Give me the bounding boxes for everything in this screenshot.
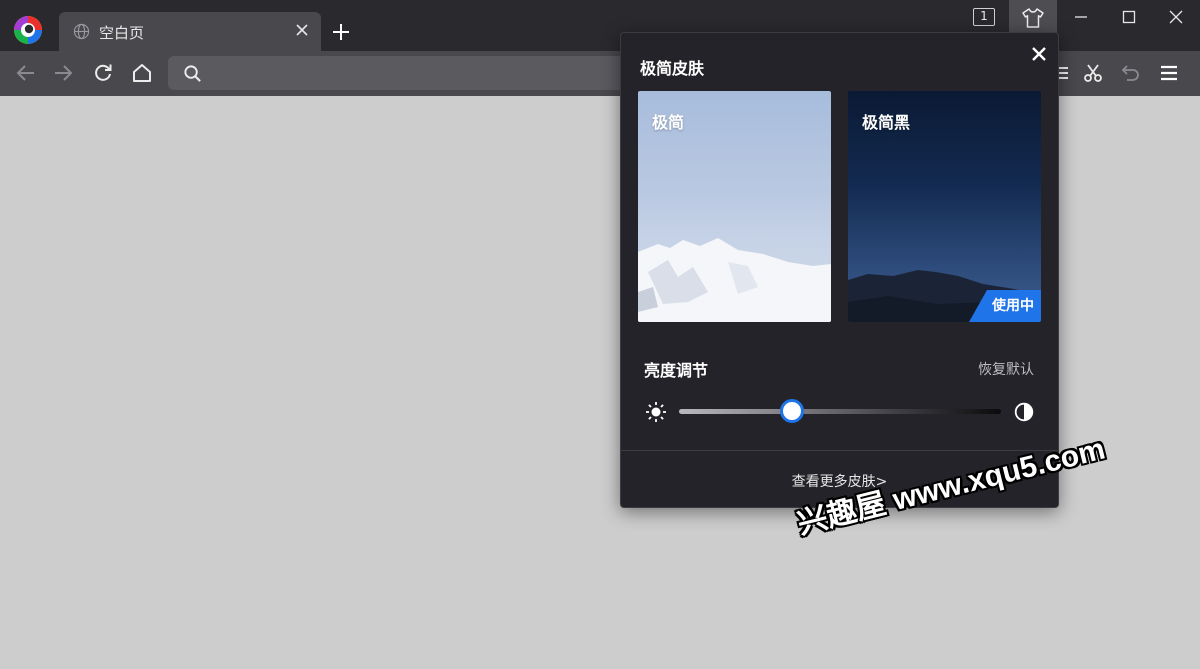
tab-counter[interactable]: 1 [973, 8, 995, 26]
undo-icon[interactable] [1120, 62, 1142, 84]
brightness-title: 亮度调节 [644, 361, 709, 380]
close-icon[interactable] [295, 23, 309, 37]
skin-shirt-icon [1022, 8, 1044, 28]
menu-icon[interactable] [1158, 62, 1180, 84]
skin-option-minimal[interactable]: 极简 [638, 91, 831, 322]
brightness-slider-track[interactable] [679, 409, 1001, 414]
brightness-slider-thumb[interactable] [779, 399, 804, 423]
back-icon[interactable] [15, 62, 37, 84]
home-icon[interactable] [131, 62, 153, 84]
skin-button[interactable] [1009, 0, 1057, 34]
contrast-icon [1014, 402, 1034, 422]
tab-title: 空白页 [99, 24, 145, 42]
maximize-icon [1122, 10, 1136, 24]
skin-label: 极简 [652, 113, 685, 132]
skin-option-minimal-black[interactable]: 极简黑 使用中 [848, 91, 1041, 322]
panel-title: 极简皮肤 [640, 59, 705, 78]
minimize-icon [1075, 16, 1087, 18]
forward-icon[interactable] [52, 62, 74, 84]
search-icon [184, 65, 201, 82]
minimize-button[interactable] [1058, 0, 1104, 34]
snow-mountain-image [638, 238, 831, 322]
window-close-button[interactable] [1153, 0, 1199, 34]
reload-icon[interactable] [92, 62, 114, 84]
plus-icon[interactable] [331, 22, 351, 42]
globe-icon [73, 23, 90, 40]
browser-logo[interactable] [13, 15, 43, 45]
skin-panel: 极简皮肤 极简 极简黑 使用中 亮度调节 恢复默认 查看更多皮肤> [620, 32, 1059, 508]
browser-tab[interactable]: 空白页 [59, 12, 321, 51]
restore-default-link[interactable]: 恢复默认 [978, 359, 1034, 379]
close-icon[interactable] [1031, 46, 1047, 62]
window-close-icon [1169, 10, 1183, 24]
address-bar[interactable] [168, 56, 628, 90]
skin-label: 极简黑 [862, 113, 911, 132]
scissors-icon[interactable] [1082, 62, 1104, 84]
maximize-button[interactable] [1106, 0, 1152, 34]
sun-icon [646, 402, 666, 422]
